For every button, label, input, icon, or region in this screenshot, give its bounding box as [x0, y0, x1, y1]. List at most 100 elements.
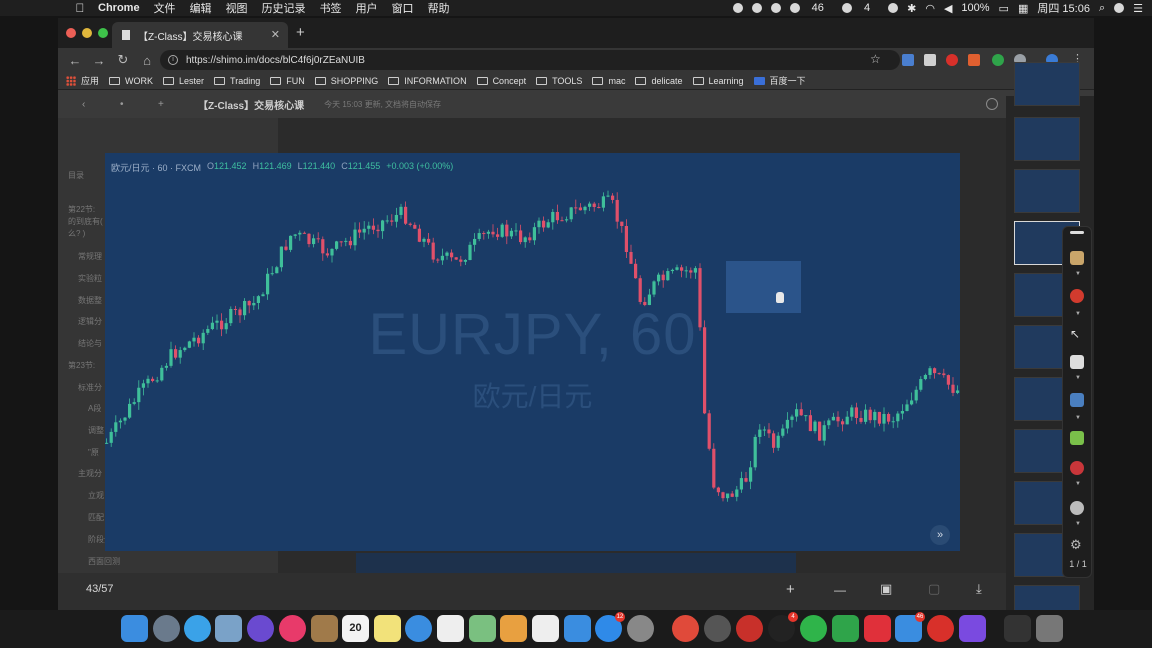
- bookmark-fun[interactable]: FUN: [270, 76, 305, 86]
- chevron-down-icon[interactable]: ▼: [1075, 481, 1081, 487]
- outline-item[interactable]: 第23节:: [68, 360, 95, 371]
- outline-item[interactable]: 实验粒: [78, 273, 102, 284]
- bookmark-learning[interactable]: Learning: [692, 76, 744, 86]
- bookmark-trading[interactable]: Trading: [214, 76, 260, 86]
- status-badge-2[interactable]: 4: [841, 2, 879, 14]
- reload-button[interactable]: ↻: [116, 52, 130, 68]
- bluetooth-icon[interactable]: ✱: [907, 2, 916, 15]
- red-app-icon[interactable]: [736, 615, 763, 642]
- bookmark-delicate[interactable]: delicate: [635, 76, 683, 86]
- numbers-icon[interactable]: [532, 615, 559, 642]
- pencil-icon[interactable]: [1070, 251, 1084, 265]
- bookmark-work[interactable]: WORK: [109, 76, 153, 86]
- eraser-icon[interactable]: [1070, 355, 1084, 369]
- collaborator-avatar[interactable]: [986, 98, 998, 110]
- rectangle-tool-icon[interactable]: [1070, 431, 1084, 445]
- outline-item[interactable]: 的到底有(: [68, 216, 103, 227]
- outline-item[interactable]: 西面回测: [88, 556, 120, 567]
- calendar-icon[interactable]: 20: [342, 615, 369, 642]
- chevron-down-icon[interactable]: ▼: [1075, 311, 1081, 317]
- outline-item[interactable]: 么? ): [68, 228, 85, 239]
- safari-icon[interactable]: [184, 615, 211, 642]
- doc-dropdown-icon[interactable]: •: [120, 99, 134, 110]
- pages-icon[interactable]: [500, 615, 527, 642]
- music-icon[interactable]: [279, 615, 306, 642]
- extension-red-icon[interactable]: [946, 54, 958, 66]
- evernote-icon[interactable]: [832, 615, 859, 642]
- new-tab-button[interactable]: +: [296, 24, 305, 41]
- chevron-down-icon[interactable]: ▼: [1075, 415, 1081, 421]
- preview-icon[interactable]: [215, 615, 242, 642]
- bookmark-concept[interactable]: Concept: [476, 76, 526, 86]
- apple-menu-icon[interactable]: : [72, 1, 88, 15]
- menu-people[interactable]: 用户: [356, 0, 378, 16]
- bookmark-mac[interactable]: mac: [592, 76, 625, 86]
- messages-icon[interactable]: [405, 615, 432, 642]
- chevron-down-icon[interactable]: ▼: [1075, 271, 1081, 277]
- collapse-icon[interactable]: [1070, 231, 1084, 234]
- bookmark-apps[interactable]: 应用: [66, 74, 99, 87]
- pointer-icon[interactable]: ↖: [1070, 327, 1084, 341]
- extension-translate-icon[interactable]: [902, 54, 914, 66]
- status-dot-icon[interactable]: [888, 3, 899, 13]
- notebook-icon[interactable]: [311, 615, 338, 642]
- home-button[interactable]: ⌂: [140, 53, 154, 68]
- fit-screen-icon[interactable]: ▣: [880, 581, 892, 597]
- reminders-icon[interactable]: [437, 615, 464, 642]
- outline-item[interactable]: 目录: [68, 170, 84, 181]
- outline-item[interactable]: 第22节:: [68, 204, 95, 215]
- circle-tool-icon[interactable]: [1070, 461, 1084, 475]
- tab-active[interactable]: 【Z-Class】交易核心课 ✕: [112, 22, 288, 48]
- outline-item[interactable]: 立观: [88, 490, 104, 501]
- bookmark-tools[interactable]: TOOLS: [536, 76, 582, 86]
- menu-view[interactable]: 视图: [226, 0, 248, 16]
- launchpad-icon[interactable]: [153, 615, 180, 642]
- siri-icon[interactable]: [247, 615, 274, 642]
- extension-notes-icon[interactable]: [924, 54, 936, 66]
- close-window-button[interactable]: [66, 28, 76, 38]
- stamp-icon[interactable]: [1070, 501, 1084, 515]
- highlighter-icon[interactable]: [1070, 289, 1084, 303]
- chrome-icon[interactable]: [672, 615, 699, 642]
- downloads-folder-icon[interactable]: [1004, 615, 1031, 642]
- outline-item[interactable]: 结论与: [78, 338, 102, 349]
- outline-item[interactable]: "原: [88, 447, 99, 458]
- site-info-icon[interactable]: i: [168, 55, 178, 65]
- outline-item[interactable]: 调整: [88, 425, 104, 436]
- menu-history[interactable]: 历史记录: [262, 0, 306, 16]
- chevron-down-icon[interactable]: ▼: [1075, 521, 1081, 527]
- notification-center-icon[interactable]: ☰: [1133, 2, 1143, 15]
- line-tool-icon[interactable]: [1070, 393, 1084, 407]
- bookmark-baidu[interactable]: 百度一下: [753, 74, 806, 87]
- thumbnail[interactable]: [1014, 62, 1080, 106]
- extension-evernote-icon[interactable]: [992, 54, 1004, 66]
- wifi-icon[interactable]: ◠: [925, 2, 935, 15]
- zoom-in-button[interactable]: +: [786, 581, 795, 598]
- menu-help[interactable]: 帮助: [428, 0, 450, 16]
- menu-edit[interactable]: 编辑: [190, 0, 212, 16]
- record-icon[interactable]: [732, 3, 743, 13]
- doc-back-icon[interactable]: ‹: [82, 99, 96, 110]
- thumbnail[interactable]: [1014, 117, 1080, 161]
- maps-icon[interactable]: [469, 615, 496, 642]
- finder-icon[interactable]: [121, 615, 148, 642]
- video-app-icon[interactable]: [959, 615, 986, 642]
- clock[interactable]: 周四 15:06: [1037, 0, 1090, 16]
- chevron-down-icon[interactable]: ▼: [1075, 375, 1081, 381]
- bookmark-information[interactable]: INFORMATION: [388, 76, 467, 86]
- extension-orange-icon[interactable]: [968, 54, 980, 66]
- bookmark-lester[interactable]: Lester: [163, 76, 204, 86]
- outline-item[interactable]: 标准分: [78, 382, 102, 393]
- minimize-window-button[interactable]: [82, 28, 92, 38]
- keynote-icon[interactable]: [564, 615, 591, 642]
- outline-item[interactable]: 数据整: [78, 295, 102, 306]
- thumbnail[interactable]: [1014, 169, 1080, 213]
- notes-icon[interactable]: [374, 615, 401, 642]
- status-app-icon[interactable]: [751, 3, 762, 13]
- status-badge-1[interactable]: 46: [789, 2, 833, 14]
- trash-icon[interactable]: [1036, 615, 1063, 642]
- bookmark-star-icon[interactable]: ☆: [870, 52, 882, 66]
- tool-icon[interactable]: [770, 3, 781, 13]
- menu-bookmarks[interactable]: 书签: [320, 0, 342, 16]
- battery-level[interactable]: 100%: [961, 2, 989, 14]
